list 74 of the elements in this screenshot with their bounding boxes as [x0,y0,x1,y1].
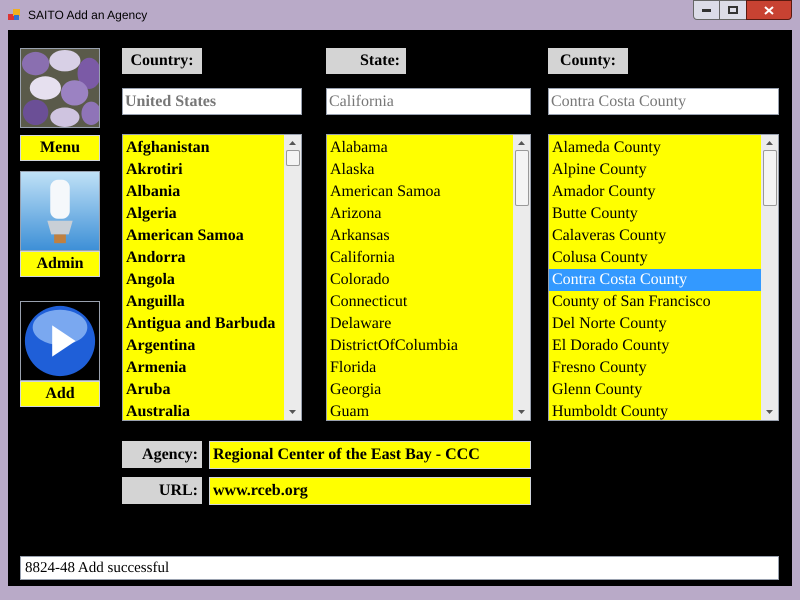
minimize-icon [702,8,711,12]
list-item[interactable]: Alpine County [549,159,761,181]
list-item[interactable]: Guam [327,401,513,420]
nav-button[interactable]: Add [20,381,100,407]
list-item[interactable]: Andorra [123,247,284,269]
list-item[interactable]: Humboldt County [549,401,761,420]
field-label: Agency: [122,441,202,468]
scrollbar[interactable] [513,135,530,420]
list-item[interactable]: Argentina [123,335,284,357]
maximize-icon [728,6,738,14]
scroll-up-icon[interactable] [289,141,296,145]
list-item[interactable]: Colorado [327,269,513,291]
list-item[interactable]: Del Norte County [549,313,761,335]
list-item[interactable]: Delaware [327,313,513,335]
maximize-button[interactable] [720,0,746,20]
list-item[interactable]: Albania [123,181,284,203]
input-field[interactable]: Regional Center of the East Bay - CCC [209,441,531,469]
field-label: Country: [122,48,202,74]
input-field[interactable]: www.rceb.org [209,477,531,505]
list-item[interactable]: California [327,247,513,269]
scroll-up-icon[interactable] [518,141,525,145]
list-item[interactable]: Amador County [549,181,761,203]
play-icon [20,301,100,381]
nav-button[interactable]: Admin [20,251,100,277]
app-icon [8,9,20,21]
input-field[interactable]: Contra Costa County [548,88,779,115]
list-item[interactable]: Aruba [123,379,284,401]
scroll-thumb[interactable] [286,150,300,166]
list-item[interactable]: County of San Francisco [549,291,761,313]
list-item[interactable]: Algeria [123,203,284,225]
list-item[interactable]: Calaveras County [549,225,761,247]
minimize-button[interactable] [693,0,720,20]
scroll-down-icon[interactable] [289,410,296,414]
lightbulb-icon [20,171,100,251]
list-item[interactable]: Australia [123,401,284,420]
list-item[interactable]: Connecticut [327,291,513,313]
scroll-thumb[interactable] [514,150,528,206]
list-item[interactable]: Glenn County [549,379,761,401]
list-item[interactable]: Georgia [327,379,513,401]
scroll-down-icon[interactable] [766,410,773,414]
scrollbar[interactable] [761,135,778,420]
list-item[interactable]: Armenia [123,357,284,379]
field-label: County: [548,48,628,74]
list-item[interactable]: Akrotiri [123,159,284,181]
list-item[interactable]: Fresno County [549,357,761,379]
list-item[interactable]: Arkansas [327,225,513,247]
list-item[interactable]: Alabama [327,137,513,159]
input-field[interactable]: United States [122,88,302,115]
list-item[interactable]: Anguilla [123,291,284,313]
scroll-thumb[interactable] [762,150,776,206]
list-item[interactable]: DistrictOfColumbia [327,335,513,357]
list-item[interactable]: Colusa County [549,247,761,269]
scroll-up-icon[interactable] [766,141,773,145]
window-title: SAITO Add an Agency [28,7,148,24]
close-button[interactable] [746,0,792,20]
list-item[interactable]: Florida [327,357,513,379]
field-label: URL: [122,477,202,504]
list-item[interactable]: Angola [123,269,284,291]
list-item[interactable]: American Samoa [327,181,513,203]
input-field[interactable]: California [326,88,531,115]
field-label: State: [326,48,406,74]
list-item[interactable]: Alameda County [549,137,761,159]
scrollbar[interactable] [284,135,301,420]
nav-button[interactable]: Menu [20,135,100,161]
list-item[interactable]: American Samoa [123,225,284,247]
list-item[interactable]: Afghanistan [123,137,284,159]
close-icon [764,6,774,14]
list-item[interactable]: El Dorado County [549,335,761,357]
list-item[interactable]: Arizona [327,203,513,225]
list-item[interactable]: Butte County [549,203,761,225]
list-item[interactable]: Antigua and Barbuda [123,313,284,335]
status-bar: 8824-48 Add successful [20,556,779,580]
scroll-down-icon[interactable] [518,410,525,414]
list-item[interactable]: Alaska [327,159,513,181]
